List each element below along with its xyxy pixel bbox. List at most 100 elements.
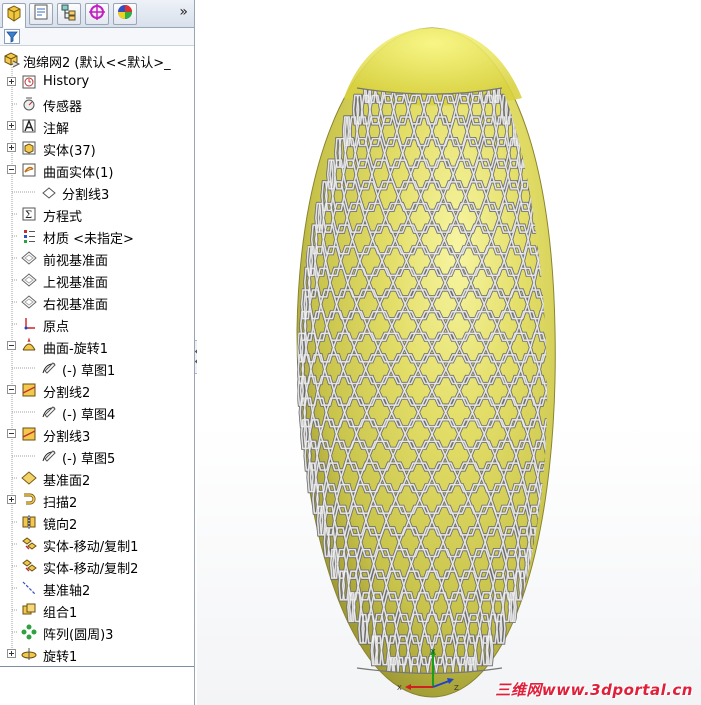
tree-item[interactable]: 传感器: [0, 93, 194, 115]
annotation-icon: [20, 117, 38, 135]
tree-item[interactable]: 组合1: [0, 599, 194, 621]
mirror-icon: [20, 513, 38, 531]
tree-item-label: 分割线2: [43, 386, 91, 401]
appearance-icon: [116, 3, 134, 25]
collapse-toggle[interactable]: [7, 341, 16, 350]
tree-item-label: 基准轴2: [43, 584, 91, 599]
feature-manager-panel: » 泡绵网2 (默认<<默认>_ History 传感器 注解实体(37) 曲面实体(…: [0, 0, 195, 705]
history-icon: [20, 73, 38, 91]
equation-icon: Σ: [20, 205, 38, 223]
tree-item[interactable]: 注解: [0, 115, 194, 137]
feature-tree-icon: [5, 4, 23, 27]
revolve-surface-icon: [20, 337, 38, 355]
egg-mesh-model: [296, 27, 556, 698]
tree-item-label: 右视基准面: [43, 298, 109, 313]
tab-configuration-manager[interactable]: [57, 3, 81, 25]
tree-item[interactable]: 分割线2: [0, 379, 194, 401]
tree-item[interactable]: 实体-移动/复制2: [0, 555, 194, 577]
tree-root[interactable]: 泡绵网2 (默认<<默认>_: [0, 49, 194, 71]
split-line-feature-icon: [20, 381, 38, 399]
tree-item-label: 原点: [43, 320, 70, 335]
tree-item[interactable]: History: [0, 71, 194, 93]
tree-item[interactable]: 镜向2: [0, 511, 194, 533]
tree-item[interactable]: (-) 草图5: [0, 445, 194, 467]
tree-item[interactable]: 实体(37): [0, 137, 194, 159]
tree-item[interactable]: 分割线3: [0, 423, 194, 445]
material-icon: [20, 227, 38, 245]
plane-icon: [20, 249, 38, 267]
filter-bar: [0, 28, 194, 46]
tree-item[interactable]: 上视基准面: [0, 269, 194, 291]
tree-item[interactable]: 曲面-旋转1: [0, 335, 194, 357]
tab-property-manager[interactable]: [29, 3, 53, 25]
expand-toggle[interactable]: [7, 495, 16, 504]
plane-icon: [20, 293, 38, 311]
tree-item-label: 基准面2: [43, 474, 91, 489]
tree-item-label: 前视基准面: [43, 254, 109, 269]
tree-item-label: (-) 草图4: [62, 408, 116, 423]
tree-item-label: 方程式: [43, 210, 83, 225]
triad-x-label: X: [397, 684, 402, 692]
tree-item-label: (-) 草图5: [62, 452, 116, 467]
tree-item[interactable]: 实体-移动/复制1: [0, 533, 194, 555]
sensor-icon: [20, 95, 38, 113]
ref-plane-icon: [20, 469, 38, 487]
collapse-toggle[interactable]: [7, 429, 16, 438]
tree-item-label: 传感器: [43, 100, 83, 115]
part-icon: [3, 51, 21, 69]
svg-text:Σ: Σ: [25, 210, 32, 221]
collapse-toggle[interactable]: [7, 385, 16, 394]
axis-icon: [20, 579, 38, 597]
coordinate-triad: Y X Z: [397, 648, 459, 692]
triad-z-label: Z: [454, 684, 459, 692]
manager-tab-bar: »: [0, 0, 194, 28]
sketch-icon: [40, 359, 58, 377]
tree-item[interactable]: 曲面实体(1): [0, 159, 194, 181]
tree-item[interactable]: 扫描2: [0, 489, 194, 511]
watermark-text: 三维网www.3dportal.cn: [495, 681, 693, 699]
tree-item[interactable]: 原点: [0, 313, 194, 335]
tree-item[interactable]: 右视基准面: [0, 291, 194, 313]
combine-icon: [20, 601, 38, 619]
tab-display-manager[interactable]: [113, 3, 137, 25]
tree-item-label: 实体-移动/复制2: [43, 562, 139, 577]
collapse-toggle[interactable]: [7, 165, 16, 174]
sweep-icon: [20, 491, 38, 509]
tab-dimxpert-manager[interactable]: [85, 3, 109, 25]
expand-toggle[interactable]: [7, 143, 16, 152]
tree-item[interactable]: 基准面2: [0, 467, 194, 489]
expand-toggle[interactable]: [7, 121, 16, 130]
tree-item-label: 分割线3: [62, 188, 110, 203]
tree-item-label: (-) 草图1: [62, 364, 116, 379]
tree-item[interactable]: 前视基准面: [0, 247, 194, 269]
tree-item-label: 上视基准面: [43, 276, 109, 291]
tree-item-label: 镜向2: [43, 518, 78, 533]
graphics-area[interactable]: Y X Z 三维网www.3dportal.cn: [197, 0, 701, 705]
filter-icon[interactable]: [4, 29, 20, 44]
tree-item[interactable]: 旋转1: [0, 643, 194, 665]
sketch-icon: [40, 447, 58, 465]
tree-item[interactable]: 阵列(圆周)3: [0, 621, 194, 643]
tree-root-label: 泡绵网2 (默认<<默认>_: [23, 56, 171, 71]
tree-item[interactable]: (-) 草图1: [0, 357, 194, 379]
tree-item-label: 扫描2: [43, 496, 78, 511]
move-copy-icon: [20, 557, 38, 575]
tabs-expand-button[interactable]: »: [179, 4, 188, 20]
expand-toggle[interactable]: [7, 649, 16, 658]
tree-item[interactable]: (-) 草图4: [0, 401, 194, 423]
tree-item-label: 材质 <未指定>: [43, 232, 134, 247]
tree-item[interactable]: 基准轴2: [0, 577, 194, 599]
tree-item-label: 实体-移动/复制1: [43, 540, 139, 555]
tree-item-label: 实体(37): [43, 144, 96, 159]
tab-feature-manager[interactable]: [2, 3, 26, 28]
tree-item-label: 分割线3: [43, 430, 91, 445]
revolve-icon: [20, 645, 38, 663]
move-copy-icon: [20, 535, 38, 553]
circular-pattern-icon: [20, 623, 38, 641]
expand-toggle[interactable]: [7, 77, 16, 86]
tree-item[interactable]: 材质 <未指定>: [0, 225, 194, 247]
configuration-icon: [60, 3, 78, 25]
split-line-feature-icon: [20, 425, 38, 443]
tree-item[interactable]: Σ 方程式: [0, 203, 194, 225]
tree-item[interactable]: 分割线3: [0, 181, 194, 203]
